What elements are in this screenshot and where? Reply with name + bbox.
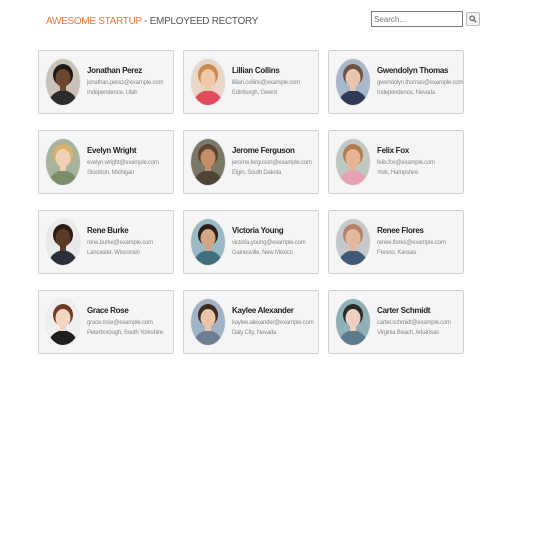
- employee-location: Independence, Nevada: [377, 90, 436, 96]
- employee-info: Jonathan Perez jonathan.perez@example.com…: [87, 66, 173, 98]
- employee-location: Virginia Beach, Arkansas: [377, 330, 439, 336]
- employee-email: rene.burke@example.com: [87, 240, 154, 246]
- employee-email: grace.rose@example.com: [87, 320, 153, 326]
- employee-card[interactable]: Felix Fox felix.fox@example.com York, Hamp…: [328, 130, 464, 194]
- employee-info: Rene Burke rene.burke@example.com Lancaste…: [87, 226, 173, 258]
- employee-card[interactable]: Grace Rose grace.rose@example.com Peterbor…: [38, 290, 174, 354]
- employee-location: Peterborough, South Yorkshire: [87, 330, 163, 336]
- employee-card[interactable]: Kaylee Alexander kaylee.alexander@example…: [183, 290, 319, 354]
- employee-name: Jonathan Perez: [87, 66, 142, 75]
- avatar: [46, 299, 80, 345]
- employee-location: Lancaster, Wisconsin: [87, 250, 140, 256]
- employee-card[interactable]: Victoria Young victoria.young@example.com…: [183, 210, 319, 274]
- search-bar: [371, 11, 480, 27]
- employee-email: jonathan.perez@example.com: [87, 80, 164, 86]
- employee-info: Kaylee Alexander kaylee.alexander@example…: [232, 306, 318, 338]
- employee-email: jerome.ferguson@example.com: [232, 160, 312, 166]
- employee-location: Edinburgh, Gwent: [232, 90, 277, 96]
- employee-name: Grace Rose: [87, 306, 129, 315]
- employee-name: Kaylee Alexander: [232, 306, 294, 315]
- employee-name: Lillian Collins: [232, 66, 280, 75]
- employee-email: gwendolyn.thomas@example.com: [377, 80, 463, 86]
- avatar: [46, 59, 80, 105]
- employee-email: felix.fox@example.com: [377, 160, 435, 166]
- employee-card[interactable]: Gwendolyn Thomas gwendolyn.thomas@example…: [328, 50, 464, 114]
- avatar: [191, 219, 225, 265]
- employee-info: Felix Fox felix.fox@example.com York, Hamp…: [377, 146, 463, 178]
- avatar: [336, 59, 370, 105]
- employee-location: York, Hampshire: [377, 170, 419, 176]
- avatar: [336, 139, 370, 185]
- employee-name: Gwendolyn Thomas: [377, 66, 449, 75]
- avatar: [336, 219, 370, 265]
- search-input[interactable]: [371, 11, 463, 27]
- employee-info: Renee Flores renee.flores@example.com Fres…: [377, 226, 463, 258]
- employee-location: Stockton, Michigan: [87, 170, 135, 176]
- brand-name: AWESOME STARTUP: [46, 16, 142, 27]
- avatar: [191, 59, 225, 105]
- employee-info: Gwendolyn Thomas gwendolyn.thomas@example…: [377, 66, 463, 98]
- employee-card[interactable]: Lillian Collins lillian.collins@example.c…: [183, 50, 319, 114]
- employee-location: Independence, Utah: [87, 90, 138, 96]
- employee-name: Renee Flores: [377, 226, 424, 235]
- search-button[interactable]: [466, 12, 480, 26]
- employee-info: Carter Schmidt carter.schmidt@example.com…: [377, 306, 463, 338]
- avatar: [191, 299, 225, 345]
- page-title: AWESOME STARTUP - EMPLOYEED RECTORY: [46, 12, 258, 32]
- employee-card[interactable]: Jerome Ferguson jerome.ferguson@example.c…: [183, 130, 319, 194]
- avatar: [46, 139, 80, 185]
- employee-info: Evelyn Wright evelyn.wright@example.com St…: [87, 146, 173, 178]
- employee-info: Victoria Young victoria.young@example.com…: [232, 226, 318, 258]
- employee-name: Jerome Ferguson: [232, 146, 295, 155]
- employee-location: Elgin, South Dakota: [232, 170, 282, 176]
- avatar: [336, 299, 370, 345]
- employee-location: Gainesville, New Mexico: [232, 250, 293, 256]
- avatar: [191, 139, 225, 185]
- page-subtitle: - EMPLOYEED RECTORY: [141, 16, 259, 27]
- employee-name: Victoria Young: [232, 226, 284, 235]
- employee-name: Felix Fox: [377, 146, 409, 155]
- employee-card[interactable]: Rene Burke rene.burke@example.com Lancaste…: [38, 210, 174, 274]
- employee-email: victoria.young@example.com: [232, 240, 306, 246]
- employee-name: Carter Schmidt: [377, 306, 431, 315]
- employee-email: renee.flores@example.com: [377, 240, 446, 246]
- employee-name: Rene Burke: [87, 226, 129, 235]
- employee-email: evelyn.wright@example.com: [87, 160, 159, 166]
- employee-name: Evelyn Wright: [87, 146, 137, 155]
- employee-email: kaylee.alexander@example.com: [232, 320, 314, 326]
- employee-card[interactable]: Carter Schmidt carter.schmidt@example.com…: [328, 290, 464, 354]
- avatar: [46, 219, 80, 265]
- employee-email: carter.schmidt@example.com: [377, 320, 451, 326]
- employee-card[interactable]: Renee Flores renee.flores@example.com Fres…: [328, 210, 464, 274]
- employee-card[interactable]: Evelyn Wright evelyn.wright@example.com St…: [38, 130, 174, 194]
- employee-info: Grace Rose grace.rose@example.com Peterbor…: [87, 306, 173, 338]
- employee-location: Fresno, Kansas: [377, 250, 417, 256]
- employee-grid: Jonathan Perez jonathan.perez@example.com…: [38, 50, 464, 354]
- employee-email: lillian.collins@example.com: [232, 80, 301, 86]
- employee-location: Daly City, Nevada: [232, 330, 277, 336]
- employee-card[interactable]: Jonathan Perez jonathan.perez@example.com…: [38, 50, 174, 114]
- employee-info: Jerome Ferguson jerome.ferguson@example.c…: [232, 146, 318, 178]
- search-icon: [469, 15, 477, 23]
- employee-info: Lillian Collins lillian.collins@example.c…: [232, 66, 318, 98]
